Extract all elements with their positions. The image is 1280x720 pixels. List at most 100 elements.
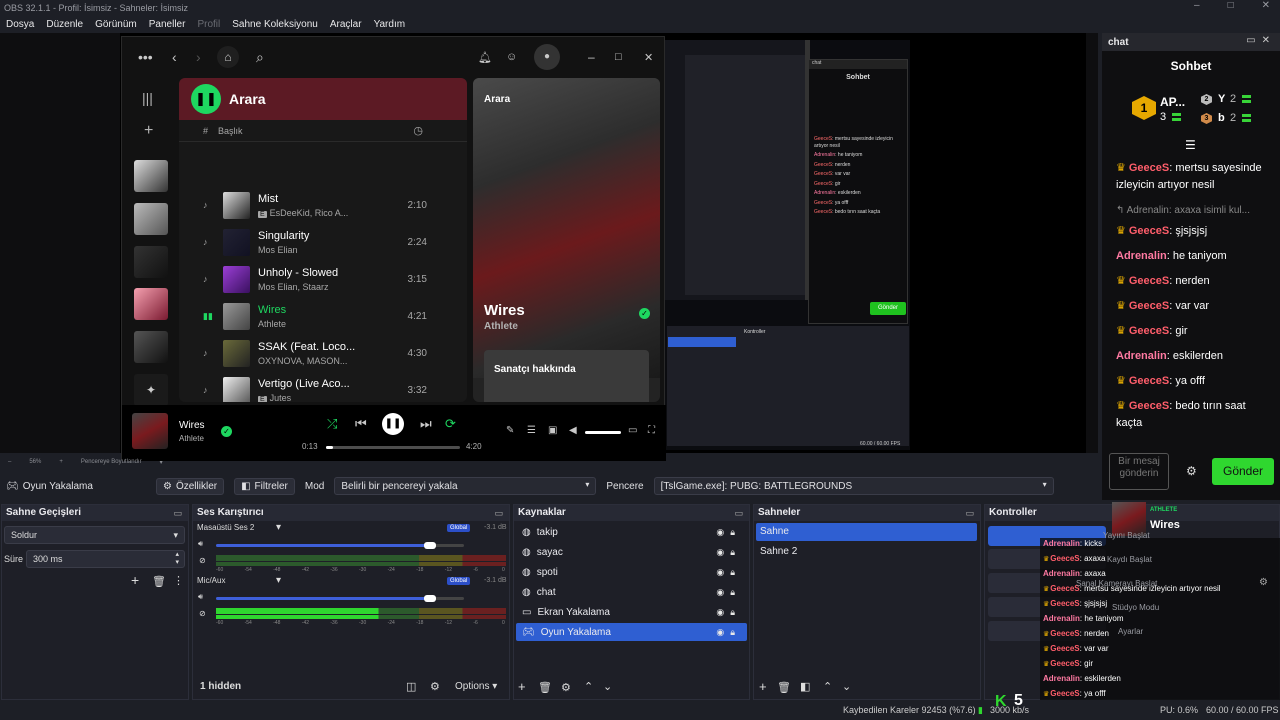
library-item[interactable] (134, 160, 168, 192)
saved-check-icon[interactable]: ✓ (639, 308, 650, 319)
duration-input[interactable]: 300 ms ▴ ▾ (26, 550, 185, 568)
minimize-icon[interactable]: – (1194, 0, 1200, 11)
spotify-window[interactable]: ••• ‹ › ⌂ ⌕ 🔔︎ ☺ ● – □ ✕ ||| + ✦ ❚❚ Arar… (121, 36, 666, 461)
hidden-count[interactable]: 1 hidden (200, 681, 241, 692)
next-icon[interactable]: ⏭︎ (420, 416, 432, 432)
window-close-icon[interactable]: ✕ (644, 51, 653, 64)
library-icon[interactable]: ||| (142, 90, 153, 106)
miniplayer-icon[interactable]: ▭ (628, 425, 637, 436)
menu-profil[interactable]: Profil (197, 19, 220, 30)
queue-icon[interactable]: ☰ (527, 425, 536, 436)
chat-username[interactable]: GeeceS (1129, 300, 1169, 312)
dock-float-icon[interactable]: ▭ (734, 505, 743, 521)
track-row[interactable]: ♪ SSAK (Feat. Loco... OXYNOVA, MASON... 4:3… (179, 336, 467, 373)
lyrics-icon[interactable]: ✎ (506, 425, 514, 436)
more-icon[interactable]: ••• (138, 49, 153, 65)
visibility-lock-icons[interactable]: ◉🔒︎ (716, 567, 741, 578)
chevron-down-icon[interactable]: ▾ (276, 575, 281, 586)
menu-sahne-koleksiyonu[interactable]: Sahne Koleksiyonu (232, 19, 318, 30)
track-row[interactable]: ♪ Mist E EsDeeKid, Rico A... 2:10 (179, 188, 467, 225)
scene-item[interactable]: Sahne (756, 523, 977, 541)
devices-icon[interactable]: ▣ (548, 425, 557, 436)
now-playing-song[interactable]: Wires (484, 302, 525, 319)
properties-button[interactable]: ⚙ Özellikler (156, 477, 225, 495)
play-pause-button[interactable]: ❚❚ (382, 413, 404, 435)
search-icon[interactable]: ⌕ (256, 49, 264, 66)
add-icon[interactable]: + (144, 122, 153, 140)
more-icon[interactable]: ⋮ (173, 574, 184, 587)
volume-slider[interactable] (216, 544, 435, 547)
move-up-icon[interactable]: ⌃ (823, 680, 832, 693)
volume-slider[interactable] (585, 431, 621, 434)
volume-knob[interactable] (424, 542, 437, 549)
source-item[interactable]: ◍ sayac ◉🔒︎ (516, 543, 747, 561)
track-row[interactable]: ▮▮ Wires Athlete 4:21 (179, 299, 467, 336)
forward-icon[interactable]: › (196, 49, 201, 65)
chat-username[interactable]: GeeceS (1129, 400, 1169, 412)
scene-filter-icon[interactable]: ◧ (800, 680, 810, 693)
player-saved-icon[interactable]: ✓ (221, 426, 232, 437)
bell-icon[interactable]: 🔔︎ (478, 51, 492, 64)
visibility-lock-icons[interactable]: ◉🔒︎ (716, 587, 741, 598)
advanced-audio-icon[interactable]: ⚙ (430, 680, 440, 693)
volume-knob[interactable] (424, 595, 437, 602)
chat-send-button[interactable]: Gönder (1212, 458, 1274, 485)
layout-icon[interactable]: ◫ (406, 680, 416, 693)
track-row[interactable]: ♪ Vertigo (Live Aco... E Jutes 3:32 (179, 373, 467, 402)
options-button[interactable]: Options ▾ (455, 681, 497, 692)
source-settings-icon[interactable]: ⚙ (561, 681, 571, 694)
about-artist-card[interactable]: Sanatçı hakkında (484, 350, 649, 402)
dock-float-icon[interactable]: ▭ (494, 505, 503, 521)
spinner-icon[interactable]: ▴ ▾ (175, 551, 179, 567)
filters-button[interactable]: ◧ Filtreler (234, 477, 295, 495)
track-row[interactable]: ♪ Unholy - Slowed Mos Elian, Staarz 3:15 (179, 262, 467, 299)
volume-slider[interactable] (216, 597, 435, 600)
dock-float-icon[interactable]: ▭✕ (1246, 35, 1276, 46)
zoom-out-icon[interactable]: – (8, 459, 11, 465)
move-down-icon[interactable]: ⌄ (842, 680, 851, 693)
chat-username[interactable]: GeeceS (1129, 275, 1169, 287)
move-up-icon[interactable]: ⌃ (584, 680, 593, 693)
dock-float-icon[interactable]: ▭ (965, 505, 974, 521)
friends-icon[interactable]: ☺ (506, 51, 517, 63)
chat-username[interactable]: Adrenalin (1116, 250, 1167, 262)
volume-icon[interactable]: ◀ (569, 425, 577, 436)
library-item[interactable] (134, 288, 168, 320)
source-item[interactable]: 🎮︎ Oyun Yakalama ◉🔒︎ (516, 623, 747, 641)
window-maximize-icon[interactable]: □ (615, 51, 622, 63)
chat-username[interactable]: GeeceS (1129, 325, 1169, 337)
chat-username[interactable]: Adrenalin (1116, 350, 1167, 362)
add-source-icon[interactable]: + (518, 679, 526, 694)
window-select[interactable]: [TslGame.exe]: PUBG: BATTLEGROUNDS ▾ (653, 477, 1054, 495)
fullscreen-icon[interactable]: ⛶ (648, 425, 655, 436)
dock-float-icon[interactable]: ▭ (173, 505, 182, 521)
mute-icon[interactable]: ⊘ (199, 556, 206, 565)
library-item[interactable] (134, 203, 168, 235)
home-icon[interactable]: ⌂ (217, 46, 239, 68)
player-art[interactable] (132, 413, 168, 449)
speaker-icon[interactable]: 🔊︎ (198, 539, 203, 549)
menu-duzenle[interactable]: Düzenle (46, 19, 83, 30)
mute-icon[interactable]: ⊘ (199, 609, 206, 618)
window-minimize-icon[interactable]: – (588, 50, 595, 64)
visibility-lock-icons[interactable]: ◉🔒︎ (716, 527, 741, 538)
chevron-down-icon[interactable]: ▾ (160, 459, 163, 466)
now-playing-artist[interactable]: Athlete (484, 321, 518, 332)
visibility-lock-icons[interactable]: ◉🔒︎ (716, 547, 741, 558)
source-item[interactable]: ▭ Ekran Yakalama ◉🔒︎ (516, 603, 747, 621)
chat-username[interactable]: GeeceS (1129, 162, 1169, 174)
menu-gorunum[interactable]: Görünüm (95, 19, 137, 30)
speaker-icon[interactable]: 🔊︎ (198, 592, 203, 602)
close-icon[interactable]: ✕ (1262, 0, 1270, 11)
player-artist[interactable]: Athlete (179, 434, 204, 443)
chat-settings-icon[interactable]: ⚙ (1186, 464, 1197, 478)
visibility-lock-icons[interactable]: ◉🔒︎ (716, 627, 741, 638)
menu-yardim[interactable]: Yardım (374, 19, 406, 30)
chat-username[interactable]: GeeceS (1129, 225, 1169, 237)
previous-icon[interactable]: ⏮︎ (355, 416, 367, 432)
move-down-icon[interactable]: ⌄ (603, 680, 612, 693)
remove-scene-icon[interactable]: 🗑︎ (777, 681, 791, 694)
progress-bar[interactable] (326, 446, 460, 449)
track-row[interactable]: ♪ Singularity Mos Elian 2:24 (179, 225, 467, 262)
chat-input[interactable]: Bir mesaj gönderin (1109, 453, 1169, 490)
